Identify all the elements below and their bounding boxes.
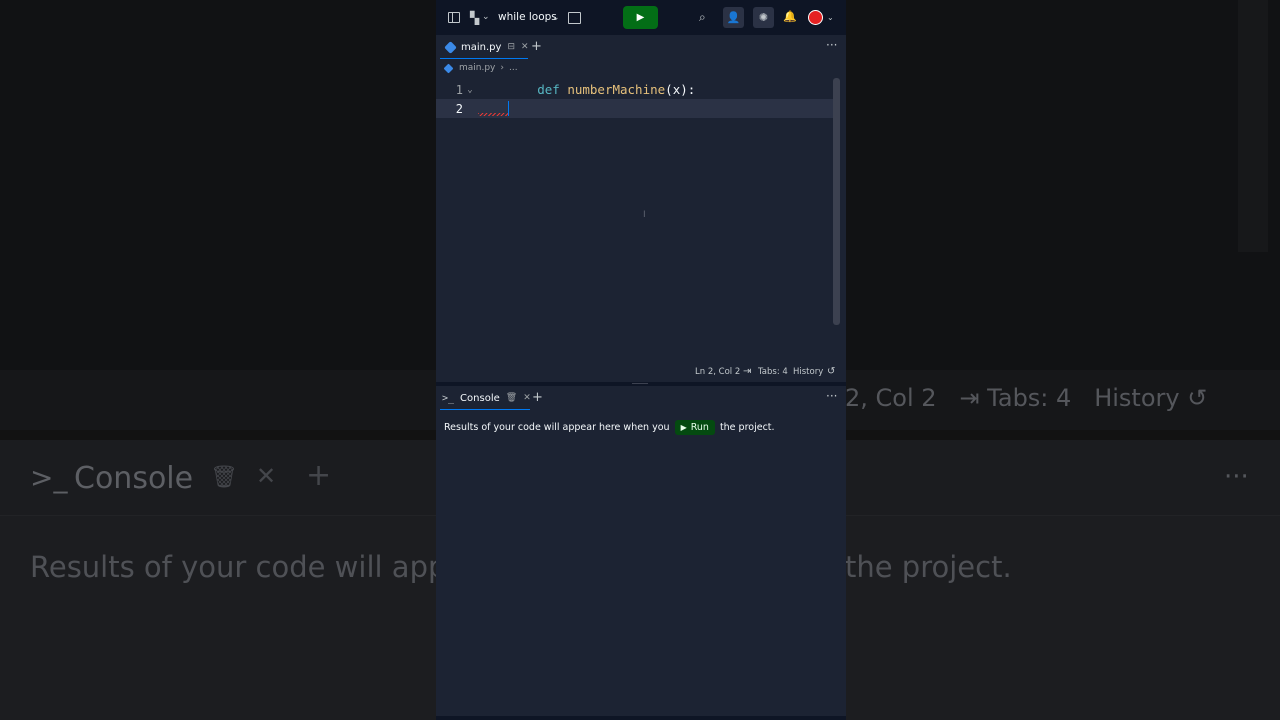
trash-icon[interactable]: 🗑	[506, 393, 517, 403]
editor-tabbar: main.py ⊟ ✕ + ···	[436, 36, 846, 58]
code-params: (x):	[665, 82, 696, 97]
indent-icon: ⇥	[743, 366, 752, 377]
bg-status-text: 2, Col 2 ⇥ Tabs: 4 History ↺	[845, 384, 1208, 412]
mouse-ibeam-icon: I	[643, 210, 646, 220]
code-keyword: def	[537, 82, 560, 97]
history-icon[interactable]: ↺	[827, 366, 835, 377]
bg-results-right: the project.	[845, 550, 1012, 584]
tab-size[interactable]: Tabs: 4	[758, 367, 788, 377]
bg-trash-icon: 🗑	[210, 465, 238, 490]
code-editor[interactable]: 1 ⌄ def numberMachine(x): 2	[436, 78, 834, 362]
message-text: Results of your code will appear here wh…	[444, 422, 670, 433]
close-icon[interactable]: ✕	[521, 42, 529, 52]
bg-console-prompt: >_	[30, 461, 68, 494]
console-tab-label: Console	[460, 392, 500, 404]
run-label: Run	[690, 422, 709, 433]
bg-scrollbar	[1238, 0, 1268, 252]
bottom-edge	[436, 716, 846, 720]
run-button[interactable]: ▶	[623, 6, 658, 29]
console-empty-message: Results of your code will appear here wh…	[444, 420, 775, 435]
bg-more-icon: ···	[1224, 462, 1249, 492]
active-tab-indicator	[440, 58, 528, 59]
python-file-icon	[443, 63, 454, 73]
text-cursor	[508, 101, 509, 116]
chevron-down-icon[interactable]: ⌄	[552, 12, 560, 24]
chevron-down-icon[interactable]: ⌄	[827, 12, 834, 24]
bg-close-icon: ✕	[256, 462, 277, 490]
history-button[interactable]: History	[793, 367, 823, 377]
bg-plus-icon: +	[306, 458, 332, 493]
status-bar: Ln 2, Col 2 ⇥ Tabs: 4 History ↺	[436, 363, 846, 381]
bg-results-left: Results of your code will appe	[30, 550, 465, 584]
project-name[interactable]: while loops	[498, 11, 557, 23]
error-squiggle	[478, 113, 509, 116]
pane-resize-handle[interactable]	[436, 382, 846, 386]
project-icon[interactable]: ▚	[470, 12, 479, 24]
avatar[interactable]	[808, 10, 823, 25]
bell-icon[interactable]: 🔔	[783, 11, 797, 23]
more-icon[interactable]: ···	[826, 38, 837, 52]
replit-workspace: ▚ ⌄ while loops ⌄ ▶ ⌕ 👤 ✺ 🔔 ⌄ main.py ⊟ …	[436, 0, 846, 720]
fold-chevron-icon[interactable]: ⌄	[463, 85, 477, 95]
cursor-position[interactable]: Ln 2, Col 2	[695, 367, 740, 377]
python-file-icon	[444, 40, 457, 54]
editor-scrollbar[interactable]	[833, 78, 840, 325]
bg-console-label: Console	[74, 461, 194, 496]
play-icon: ▶	[636, 12, 645, 23]
code-function-name: numberMachine	[567, 82, 666, 97]
play-icon: ▶	[680, 423, 687, 432]
console-output: Results of your code will appear here wh…	[436, 410, 846, 716]
layout-icon[interactable]	[568, 12, 581, 24]
chevron-down-icon[interactable]: ⌄	[482, 11, 490, 23]
add-tab-icon[interactable]: +	[531, 39, 542, 54]
message-text: the project.	[719, 422, 775, 433]
line-number: 2	[455, 101, 463, 116]
invite-user-icon[interactable]: 👤	[723, 7, 744, 28]
inline-run-button[interactable]: ▶ Run	[674, 420, 715, 435]
line-number: 1	[455, 82, 463, 97]
code-line[interactable]: 1 ⌄ def numberMachine(x):	[436, 80, 834, 99]
close-icon[interactable]: ✕	[523, 393, 531, 403]
sidebar-toggle-icon[interactable]	[448, 12, 460, 23]
ai-assistant-icon[interactable]: ✺	[753, 7, 774, 28]
tab-label: main.py	[461, 41, 502, 53]
split-icon[interactable]: ⊟	[507, 42, 515, 52]
terminal-prompt-icon: >_	[442, 392, 455, 404]
console-tabbar: >_ Console 🗑 ✕ + ···	[436, 387, 846, 409]
search-icon[interactable]: ⌕	[699, 11, 706, 23]
add-tab-icon[interactable]: +	[532, 390, 543, 405]
tab-main-py[interactable]: main.py ⊟ ✕	[440, 36, 535, 58]
top-bar: ▚ ⌄ while loops ⌄ ▶ ⌕ 👤 ✺ 🔔 ⌄	[436, 0, 846, 35]
more-icon[interactable]: ···	[826, 389, 837, 403]
tab-console[interactable]: >_ Console 🗑 ✕	[442, 387, 531, 409]
